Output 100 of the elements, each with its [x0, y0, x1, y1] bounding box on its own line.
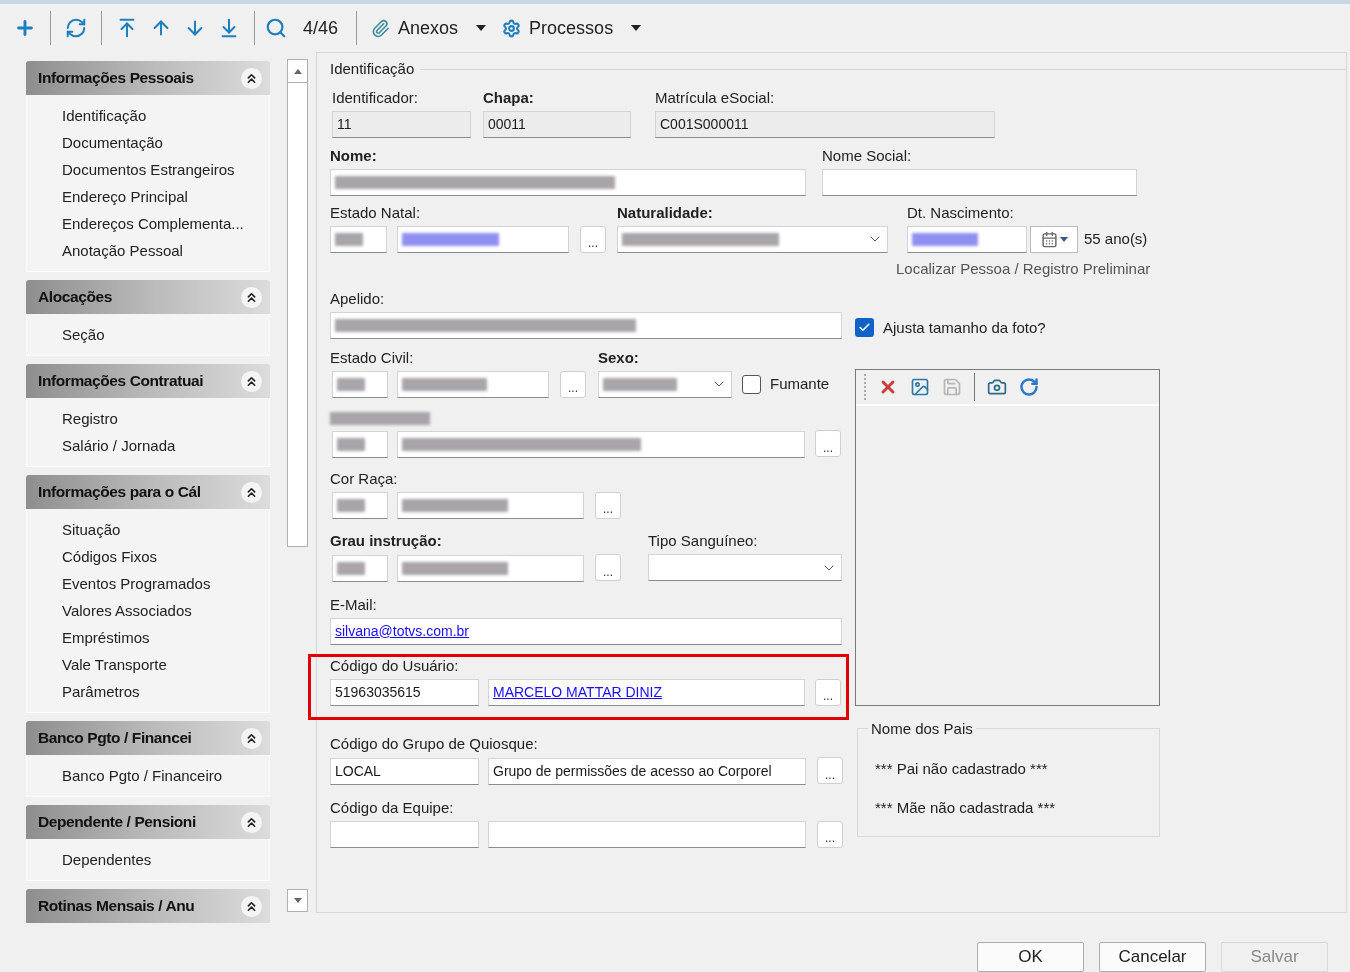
sidebar-item[interactable]: Seção [62, 321, 269, 348]
input-field[interactable] [397, 430, 805, 458]
search-icon[interactable] [265, 17, 287, 39]
input-field[interactable]: LOCAL [330, 757, 479, 785]
sidebar-item[interactable]: Parâmetros [62, 678, 269, 705]
image-icon[interactable] [910, 377, 930, 397]
sidebar-item[interactable]: Vale Transporte [62, 651, 269, 678]
sidebar-item[interactable]: Valores Associados [62, 597, 269, 624]
lookup-button[interactable]: ... [595, 554, 621, 581]
input-field[interactable]: 00011 [483, 110, 631, 138]
sidebar-item[interactable]: Identificação [62, 102, 269, 129]
caret-icon [631, 25, 642, 31]
dialog-button[interactable]: OK [977, 942, 1084, 972]
record-counter: 4/46 [303, 16, 339, 40]
collapse-icon[interactable] [241, 481, 262, 503]
sidebar-item[interactable]: Eventos Programados [62, 570, 269, 597]
link[interactable]: MARCELO MATTAR DINIZ [493, 682, 663, 704]
select-field[interactable] [598, 370, 732, 398]
input-field[interactable] [330, 168, 806, 196]
input-field[interactable] [822, 168, 1137, 196]
collapse-icon[interactable] [241, 811, 262, 833]
input-field[interactable] [397, 226, 569, 254]
collapse-icon[interactable] [241, 286, 262, 308]
input-field[interactable]: MARCELO MATTAR DINIZ [488, 679, 805, 707]
lookup-button[interactable]: ... [580, 225, 606, 253]
group-header[interactable]: Alocações [26, 280, 270, 314]
group-header[interactable]: Informações para o Cál [26, 475, 270, 509]
add-icon[interactable] [14, 17, 36, 39]
search-person-link[interactable]: Localizar Pessoa / Registro Preliminar [896, 258, 1151, 281]
menu-button[interactable]: Anexos [371, 14, 487, 42]
field-label: Sexo: [598, 348, 640, 367]
input-field[interactable]: C001S000011 [655, 110, 995, 138]
camera-icon[interactable] [987, 377, 1007, 397]
lookup-button[interactable]: ... [817, 757, 843, 784]
sidebar-item[interactable]: Endereço Principal [62, 183, 269, 210]
checkbox[interactable] [742, 374, 761, 394]
input-field[interactable]: 51963035615 [330, 679, 479, 707]
lookup-button[interactable]: ... [815, 430, 841, 457]
input-field[interactable] [330, 311, 842, 339]
lookup-button[interactable]: ... [815, 678, 841, 706]
group-header[interactable]: Banco Pgto / Financei [26, 721, 270, 755]
calendar-button[interactable] [1030, 225, 1078, 253]
checkbox-label: Fumante [770, 373, 830, 394]
input-field[interactable] [397, 554, 584, 582]
input-field[interactable] [332, 554, 388, 582]
lookup-button[interactable]: ... [560, 370, 586, 398]
input-field[interactable]: 11 [332, 110, 471, 138]
group-header[interactable]: Dependente / Pensioni [26, 805, 270, 839]
sidebar-item[interactable]: Endereços Complementa... [62, 210, 269, 237]
lookup-button[interactable]: ... [817, 820, 843, 848]
group-header[interactable]: Informações Pessoais [26, 61, 270, 95]
sidebar-item[interactable]: Documentação [62, 129, 269, 156]
scroll-thumb[interactable] [287, 83, 308, 547]
input-field[interactable]: Grupo de permissões de acesso ao Corporel [488, 757, 806, 785]
sidebar-item[interactable]: Banco Pgto / Financeiro [62, 762, 269, 789]
input-field[interactable] [332, 430, 388, 458]
input-field[interactable] [332, 371, 388, 399]
select-field[interactable] [617, 225, 888, 253]
sidebar-item[interactable]: Documentos Estrangeiros [62, 156, 269, 183]
dialog-button[interactable]: Cancelar [1099, 942, 1206, 972]
input-field[interactable]: silvana@totvs.com.br [330, 617, 842, 645]
group-title: Dependente / Pensioni [38, 812, 196, 833]
group-header[interactable]: Rotinas Mensais / Anu [26, 889, 270, 923]
checkbox-label: Ajusta tamanho da foto? [883, 317, 1046, 338]
refresh-icon[interactable] [65, 17, 87, 39]
paperclip-icon [371, 18, 391, 38]
input-field[interactable] [488, 821, 806, 849]
field-label: E-Mail: [330, 595, 378, 614]
sidebar-item[interactable]: Situação [62, 516, 269, 543]
collapse-icon[interactable] [241, 895, 262, 917]
field-label: Chapa: [483, 88, 535, 107]
group-title: Informações Pessoais [38, 68, 194, 89]
sidebar-item[interactable]: Empréstimos [62, 624, 269, 651]
sidebar-item[interactable]: Dependentes [62, 846, 269, 873]
rotate-icon[interactable] [1019, 377, 1039, 397]
scrollbar[interactable] [287, 59, 308, 912]
collapse-icon[interactable] [241, 67, 262, 89]
group-title: Alocações [38, 287, 112, 308]
input-field[interactable] [332, 492, 388, 520]
checkbox[interactable] [855, 318, 874, 338]
link[interactable]: silvana@totvs.com.br [335, 620, 470, 642]
field-label: Naturalidade: [617, 203, 714, 222]
date-field[interactable] [907, 225, 1027, 253]
input-field[interactable] [330, 821, 479, 849]
sidebar-item[interactable]: Anotação Pessoal [62, 237, 269, 264]
select-field[interactable] [648, 554, 842, 581]
group-header[interactable]: Informações Contratuai [26, 364, 270, 398]
sidebar-item[interactable]: Salário / Jornada [62, 432, 269, 459]
sidebar-item[interactable]: Códigos Fixos [62, 543, 269, 570]
sidebar-item[interactable]: Registro [62, 405, 269, 432]
scroll-down-icon[interactable] [287, 889, 308, 912]
group-title: Informações Contratuai [38, 371, 204, 392]
lookup-button[interactable]: ... [595, 491, 621, 519]
collapse-icon[interactable] [241, 370, 262, 392]
collapse-icon[interactable] [241, 727, 262, 749]
scroll-up-icon[interactable] [287, 59, 308, 83]
input-field[interactable] [397, 371, 549, 399]
input-field[interactable] [330, 226, 387, 254]
menu-button[interactable]: Processos [502, 14, 642, 42]
input-field[interactable] [397, 492, 584, 520]
